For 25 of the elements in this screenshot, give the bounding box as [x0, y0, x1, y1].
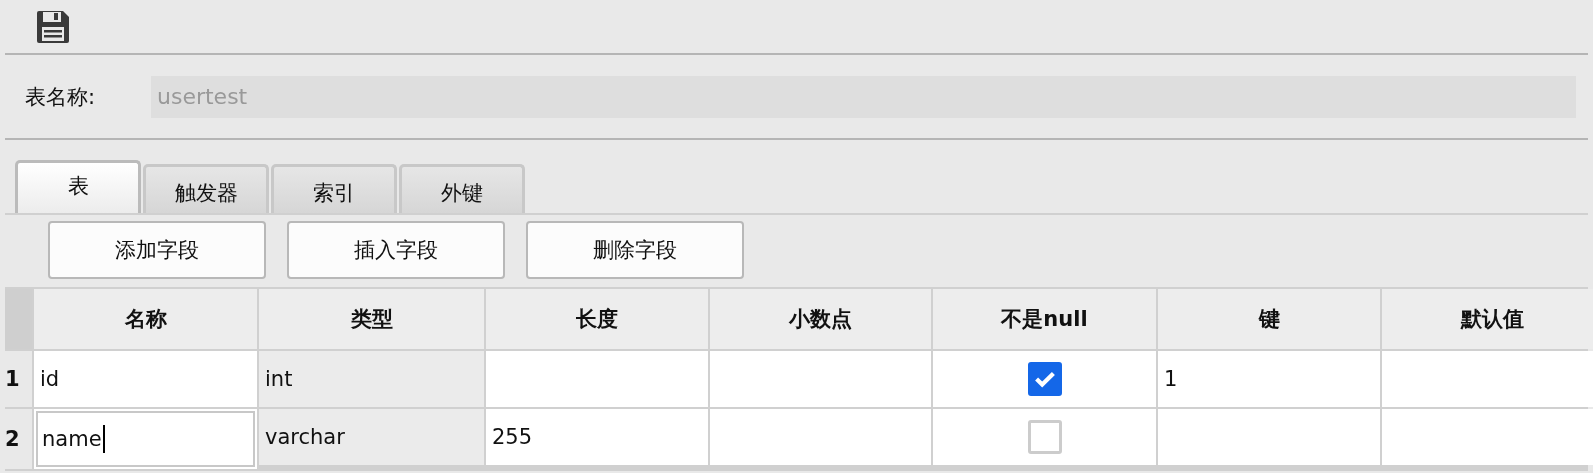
column-header: 不是null: [933, 289, 1156, 349]
table-cell: 255: [486, 409, 708, 465]
column-header: 键: [1158, 289, 1380, 349]
table-cell: 1: [1158, 351, 1380, 407]
table-cell: varchar: [259, 409, 484, 465]
save-icon[interactable]: [35, 8, 71, 45]
column-header: 名称: [34, 289, 257, 349]
field-button[interactable]: 插入字段: [287, 221, 505, 279]
column-header: 小数点: [710, 289, 931, 349]
column-header: 默认值: [1382, 289, 1593, 349]
row-number: 2: [5, 409, 32, 469]
field-button[interactable]: 删除字段: [526, 221, 744, 279]
row-number: 1: [5, 351, 32, 407]
name-input-field[interactable]: name: [36, 411, 255, 467]
tab[interactable]: 外键: [399, 164, 525, 213]
table-cell: id: [34, 351, 257, 407]
table-cell: int: [259, 351, 484, 407]
checkbox[interactable]: [1027, 362, 1062, 396]
column-header: 长度: [486, 289, 708, 349]
column-header: 类型: [259, 289, 484, 349]
tab[interactable]: 表: [15, 160, 141, 213]
tab[interactable]: 触发器: [143, 164, 269, 213]
tab[interactable]: 索引: [271, 164, 397, 213]
table-name-label: 表名称:: [24, 83, 97, 111]
field-button[interactable]: 添加字段: [48, 221, 266, 279]
